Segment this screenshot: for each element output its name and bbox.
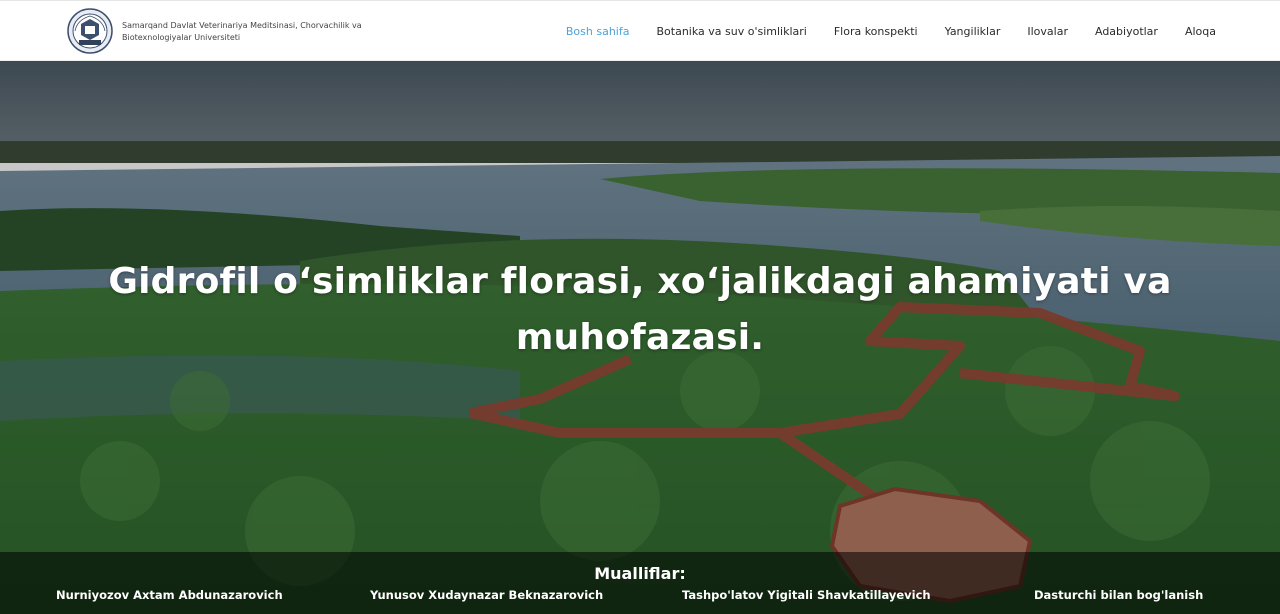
contact-developer-link[interactable]: Dasturchi bilan bog'lanish [1034, 588, 1203, 602]
university-name: Samarqand Davlat Veterinariya Meditsinas… [122, 21, 362, 42]
hero-title: Gidrofil o‘simliklar florasi, xo‘jalikda… [40, 254, 1240, 366]
authors-section: Mualliflar: Nurniyozov Axtam Abdunazarov… [0, 552, 1280, 614]
nav-flora[interactable]: Flora konspekti [834, 25, 918, 38]
nav-home[interactable]: Bosh sahifa [566, 25, 630, 38]
university-emblem-icon[interactable] [67, 8, 113, 54]
hero-title-line-2: muhofazasi. [515, 317, 765, 358]
nav-literature[interactable]: Adabiyotlar [1095, 25, 1158, 38]
main-nav: Bosh sahifa Botanika va suv o'simliklari… [539, 1, 1216, 62]
author-2: Yunusov Xudaynazar Beknazarovich [370, 588, 604, 602]
author-1: Nurniyozov Axtam Abdunazarovich [56, 588, 283, 602]
authors-heading: Mualliflar: [594, 564, 686, 583]
hero-title-line-1: Gidrofil o‘simliklar florasi, xo‘jalikda… [108, 261, 1172, 302]
author-3: Tashpo'latov Yigitali Shavkatillayevich [682, 588, 931, 602]
nav-appendices[interactable]: Ilovalar [1027, 25, 1068, 38]
nav-contact[interactable]: Aloqa [1185, 25, 1216, 38]
nav-news[interactable]: Yangiliklar [945, 25, 1001, 38]
site-header: Samarqand Davlat Veterinariya Meditsinas… [0, 0, 1280, 61]
hero-section: Gidrofil o‘simliklar florasi, xo‘jalikda… [0, 61, 1280, 614]
nav-botany[interactable]: Botanika va suv o'simliklari [656, 25, 806, 38]
